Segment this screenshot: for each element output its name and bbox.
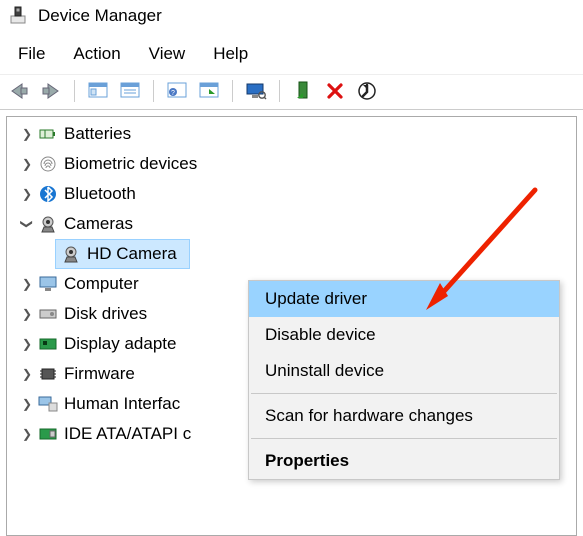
svg-text:?: ?	[171, 90, 175, 97]
tree-label: Firmware	[63, 359, 141, 389]
menu-file[interactable]: File	[4, 42, 59, 66]
toolbar-separator	[153, 80, 154, 102]
chevron-right-icon[interactable]	[19, 329, 35, 359]
tree-node-bluetooth[interactable]: Bluetooth	[17, 179, 576, 209]
chevron-right-icon[interactable]	[19, 359, 35, 389]
menu-help[interactable]: Help	[199, 42, 262, 66]
tree-label: Disk drives	[63, 299, 153, 329]
context-menu-separator	[251, 438, 557, 439]
bluetooth-icon	[37, 185, 59, 203]
toolbar-separator	[232, 80, 233, 102]
chevron-right-icon[interactable]	[19, 299, 35, 329]
remove-button[interactable]	[322, 78, 348, 104]
chevron-right-icon[interactable]	[19, 119, 35, 149]
context-menu-disable-device[interactable]: Disable device	[249, 317, 559, 353]
tree-label: Cameras	[63, 209, 139, 239]
tree-label: Display adapte	[63, 329, 182, 359]
context-menu-uninstall-device[interactable]: Uninstall device	[249, 353, 559, 389]
monitor-icon	[37, 276, 59, 292]
tree-label: Computer	[63, 269, 145, 299]
chevron-down-icon[interactable]	[19, 209, 35, 239]
title-bar: Device Manager	[0, 0, 583, 36]
toolbar-separator	[74, 80, 75, 102]
context-menu-scan-hardware[interactable]: Scan for hardware changes	[249, 398, 559, 434]
tree-node-cameras[interactable]: Cameras	[17, 209, 576, 239]
tree-node-biometric[interactable]: Biometric devices	[17, 149, 576, 179]
context-menu-update-driver[interactable]: Update driver	[249, 281, 559, 317]
window-title: Device Manager	[38, 6, 162, 26]
disk-drive-icon	[37, 307, 59, 321]
hid-icon	[37, 396, 59, 412]
menu-bar: File Action View Help	[0, 36, 583, 74]
context-menu-separator	[251, 393, 557, 394]
tree-label: Batteries	[63, 119, 137, 149]
menu-view[interactable]: View	[135, 42, 200, 66]
help-button[interactable]: ?	[164, 78, 190, 104]
display-adapter-icon	[37, 337, 59, 351]
back-arrow-button[interactable]	[6, 78, 32, 104]
monitor-button[interactable]	[243, 78, 269, 104]
menu-action[interactable]: Action	[59, 42, 134, 66]
tree-label: Biometric devices	[63, 149, 203, 179]
tree-node-batteries[interactable]: Batteries	[17, 119, 576, 149]
firmware-chip-icon	[37, 366, 59, 382]
ide-controller-icon	[37, 427, 59, 441]
scan-hardware-button[interactable]	[354, 78, 380, 104]
toolbar-separator	[279, 80, 280, 102]
tree-label: HD Camera	[86, 239, 183, 269]
tree-label: IDE ATA/ATAPI c	[63, 419, 197, 449]
device-manager-icon	[8, 6, 28, 26]
chevron-right-icon[interactable]	[19, 269, 35, 299]
camera-icon	[60, 245, 82, 263]
fingerprint-icon	[37, 155, 59, 173]
context-menu: Update driver Disable device Uninstall d…	[248, 280, 560, 480]
chevron-right-icon[interactable]	[19, 389, 35, 419]
context-menu-properties[interactable]: Properties	[249, 443, 559, 479]
chevron-right-icon[interactable]	[19, 149, 35, 179]
toolbar: ?	[0, 74, 583, 110]
chevron-right-icon[interactable]	[19, 419, 35, 449]
forward-arrow-button[interactable]	[38, 78, 64, 104]
battery-icon	[37, 125, 59, 143]
show-pane-button[interactable]	[85, 78, 111, 104]
properties-button[interactable]	[117, 78, 143, 104]
tree-label: Human Interfac	[63, 389, 186, 419]
install-button[interactable]	[290, 78, 316, 104]
update-driver-button[interactable]	[196, 78, 222, 104]
chevron-right-icon[interactable]	[19, 179, 35, 209]
tree-node-hd-camera[interactable]: HD Camera	[55, 239, 190, 269]
tree-label: Bluetooth	[63, 179, 142, 209]
